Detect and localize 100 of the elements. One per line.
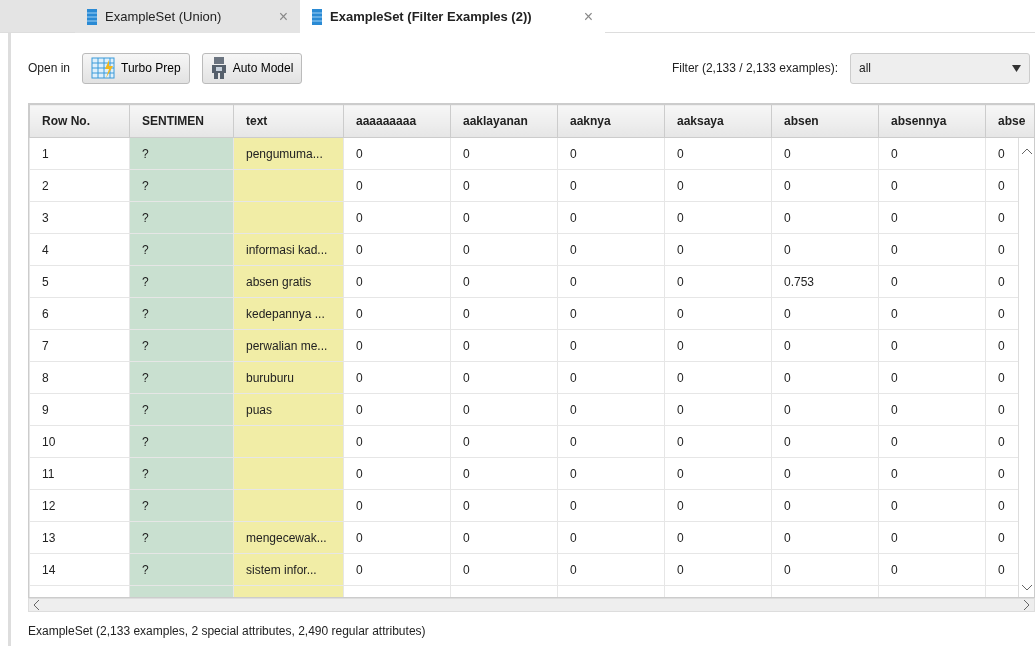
column-header[interactable]: aaknya bbox=[557, 104, 665, 138]
table-cell: 0 bbox=[450, 457, 558, 490]
table-cell: 7 bbox=[29, 329, 130, 362]
table-cell: 0 bbox=[664, 169, 772, 202]
column-header[interactable]: aaksaya bbox=[664, 104, 772, 138]
table-cell: 0 bbox=[664, 553, 772, 586]
toolbar-button[interactable]: Turbo Prep bbox=[82, 52, 190, 84]
table-cell: 0 bbox=[771, 329, 879, 362]
column-header[interactable]: text bbox=[233, 104, 344, 138]
table-cell: 0.753 bbox=[771, 265, 879, 298]
table-cell: 0 bbox=[343, 297, 451, 330]
table-cell: perwalian me... bbox=[233, 329, 344, 362]
column-header[interactable]: SENTIMEN bbox=[129, 104, 234, 138]
table-cell: 0 bbox=[557, 137, 665, 170]
table-cell: 0 bbox=[557, 297, 665, 330]
table-cell: 0 bbox=[878, 265, 986, 298]
table-cell: 0 bbox=[771, 521, 879, 554]
scroll-up-icon[interactable] bbox=[1021, 146, 1033, 156]
column-header[interactable]: absennya bbox=[878, 104, 986, 138]
table-cell: 0 bbox=[878, 169, 986, 202]
column-header[interactable]: abse bbox=[985, 104, 1034, 138]
table-cell: 0 bbox=[450, 361, 558, 394]
table-cell: ? bbox=[129, 521, 234, 554]
table-cell: 0 bbox=[878, 489, 986, 522]
table-cell: 2 bbox=[29, 169, 130, 202]
table-cell: ? bbox=[129, 393, 234, 426]
table-cell: ? bbox=[129, 169, 234, 202]
toolbar-button[interactable]: Auto Model bbox=[201, 52, 303, 84]
table-cell: 0 bbox=[664, 425, 772, 458]
table-cell: 0 bbox=[878, 361, 986, 394]
column-header[interactable]: aaaaaaaaa bbox=[343, 104, 451, 138]
table-cell: informasi kad... bbox=[233, 233, 344, 266]
table-cell: 0 bbox=[343, 137, 451, 170]
table-cell: 0 bbox=[557, 425, 665, 458]
close-icon[interactable]: × bbox=[583, 4, 593, 29]
table-cell: 0 bbox=[343, 425, 451, 458]
robot-icon bbox=[210, 57, 227, 79]
table-cell: 0 bbox=[664, 361, 772, 394]
table-cell: 0 bbox=[343, 329, 451, 362]
table-cell: 0 bbox=[771, 297, 879, 330]
table-cell: 0 bbox=[343, 233, 451, 266]
table-cell: 0 bbox=[343, 457, 451, 490]
table-cell: 0 bbox=[450, 521, 558, 554]
filter-dropdown[interactable]: all bbox=[850, 52, 1030, 84]
table-cell: 10 bbox=[29, 425, 130, 458]
table-cell: 0 bbox=[878, 425, 986, 458]
table-cell: 0 bbox=[664, 233, 772, 266]
table-cell: 0 bbox=[771, 137, 879, 170]
column-header[interactable]: absen bbox=[771, 104, 879, 138]
table-cell: 0 bbox=[343, 265, 451, 298]
table-cell: 0 bbox=[557, 521, 665, 554]
table-cell: 0 bbox=[878, 201, 986, 234]
table-cell: 0 bbox=[450, 233, 558, 266]
table-cell: 0 bbox=[664, 489, 772, 522]
table-cell: 0 bbox=[557, 201, 665, 234]
table-cell: 0 bbox=[450, 329, 558, 362]
open-in-label: Open in bbox=[28, 60, 71, 77]
table-cell: 0 bbox=[664, 201, 772, 234]
table-cell: 0 bbox=[771, 393, 879, 426]
table-cell: 0 bbox=[664, 265, 772, 298]
table-cell: 0 bbox=[557, 489, 665, 522]
table-cell: 5 bbox=[29, 265, 130, 298]
filter-label: Filter (2,133 / 2,133 examples): bbox=[671, 60, 838, 77]
document-icon bbox=[312, 8, 322, 25]
table-cell: 11 bbox=[29, 457, 130, 490]
table-cell: ? bbox=[129, 489, 234, 522]
table-cell: ? bbox=[129, 361, 234, 394]
table-cell: 0 bbox=[664, 137, 772, 170]
table-cell: 0 bbox=[878, 521, 986, 554]
table-cell: 12 bbox=[29, 489, 130, 522]
table-cell: 0 bbox=[771, 169, 879, 202]
table-cell: 0 bbox=[878, 457, 986, 490]
table-cell: absen gratis bbox=[233, 265, 344, 298]
table-cell: ? bbox=[129, 457, 234, 490]
table-cell: 0 bbox=[664, 457, 772, 490]
table-icon bbox=[91, 57, 116, 79]
table-cell: 0 bbox=[343, 489, 451, 522]
table-cell: puas bbox=[233, 393, 344, 426]
table-cell: 0 bbox=[450, 201, 558, 234]
table-cell: 0 bbox=[343, 201, 451, 234]
scroll-left-icon[interactable] bbox=[31, 599, 41, 611]
table-cell: 0 bbox=[557, 553, 665, 586]
table-cell: buruburu bbox=[233, 361, 344, 394]
tab[interactable]: ExampleSet (Union) × bbox=[75, 0, 300, 33]
table-cell: 0 bbox=[771, 201, 879, 234]
table-cell: ? bbox=[129, 553, 234, 586]
table-cell: 0 bbox=[557, 265, 665, 298]
document-icon bbox=[87, 8, 97, 25]
table-cell: 0 bbox=[771, 489, 879, 522]
scroll-down-icon[interactable] bbox=[1021, 583, 1033, 593]
table-cell: 0 bbox=[664, 393, 772, 426]
table-cell: ? bbox=[129, 329, 234, 362]
table-cell: 0 bbox=[878, 553, 986, 586]
column-header[interactable]: Row No. bbox=[29, 104, 130, 138]
table-cell: 0 bbox=[557, 393, 665, 426]
column-header[interactable]: aaklayanan bbox=[450, 104, 558, 138]
table-cell: 0 bbox=[878, 233, 986, 266]
table-cell: 0 bbox=[664, 521, 772, 554]
table-cell: 0 bbox=[771, 233, 879, 266]
scroll-right-icon[interactable] bbox=[1022, 599, 1032, 611]
